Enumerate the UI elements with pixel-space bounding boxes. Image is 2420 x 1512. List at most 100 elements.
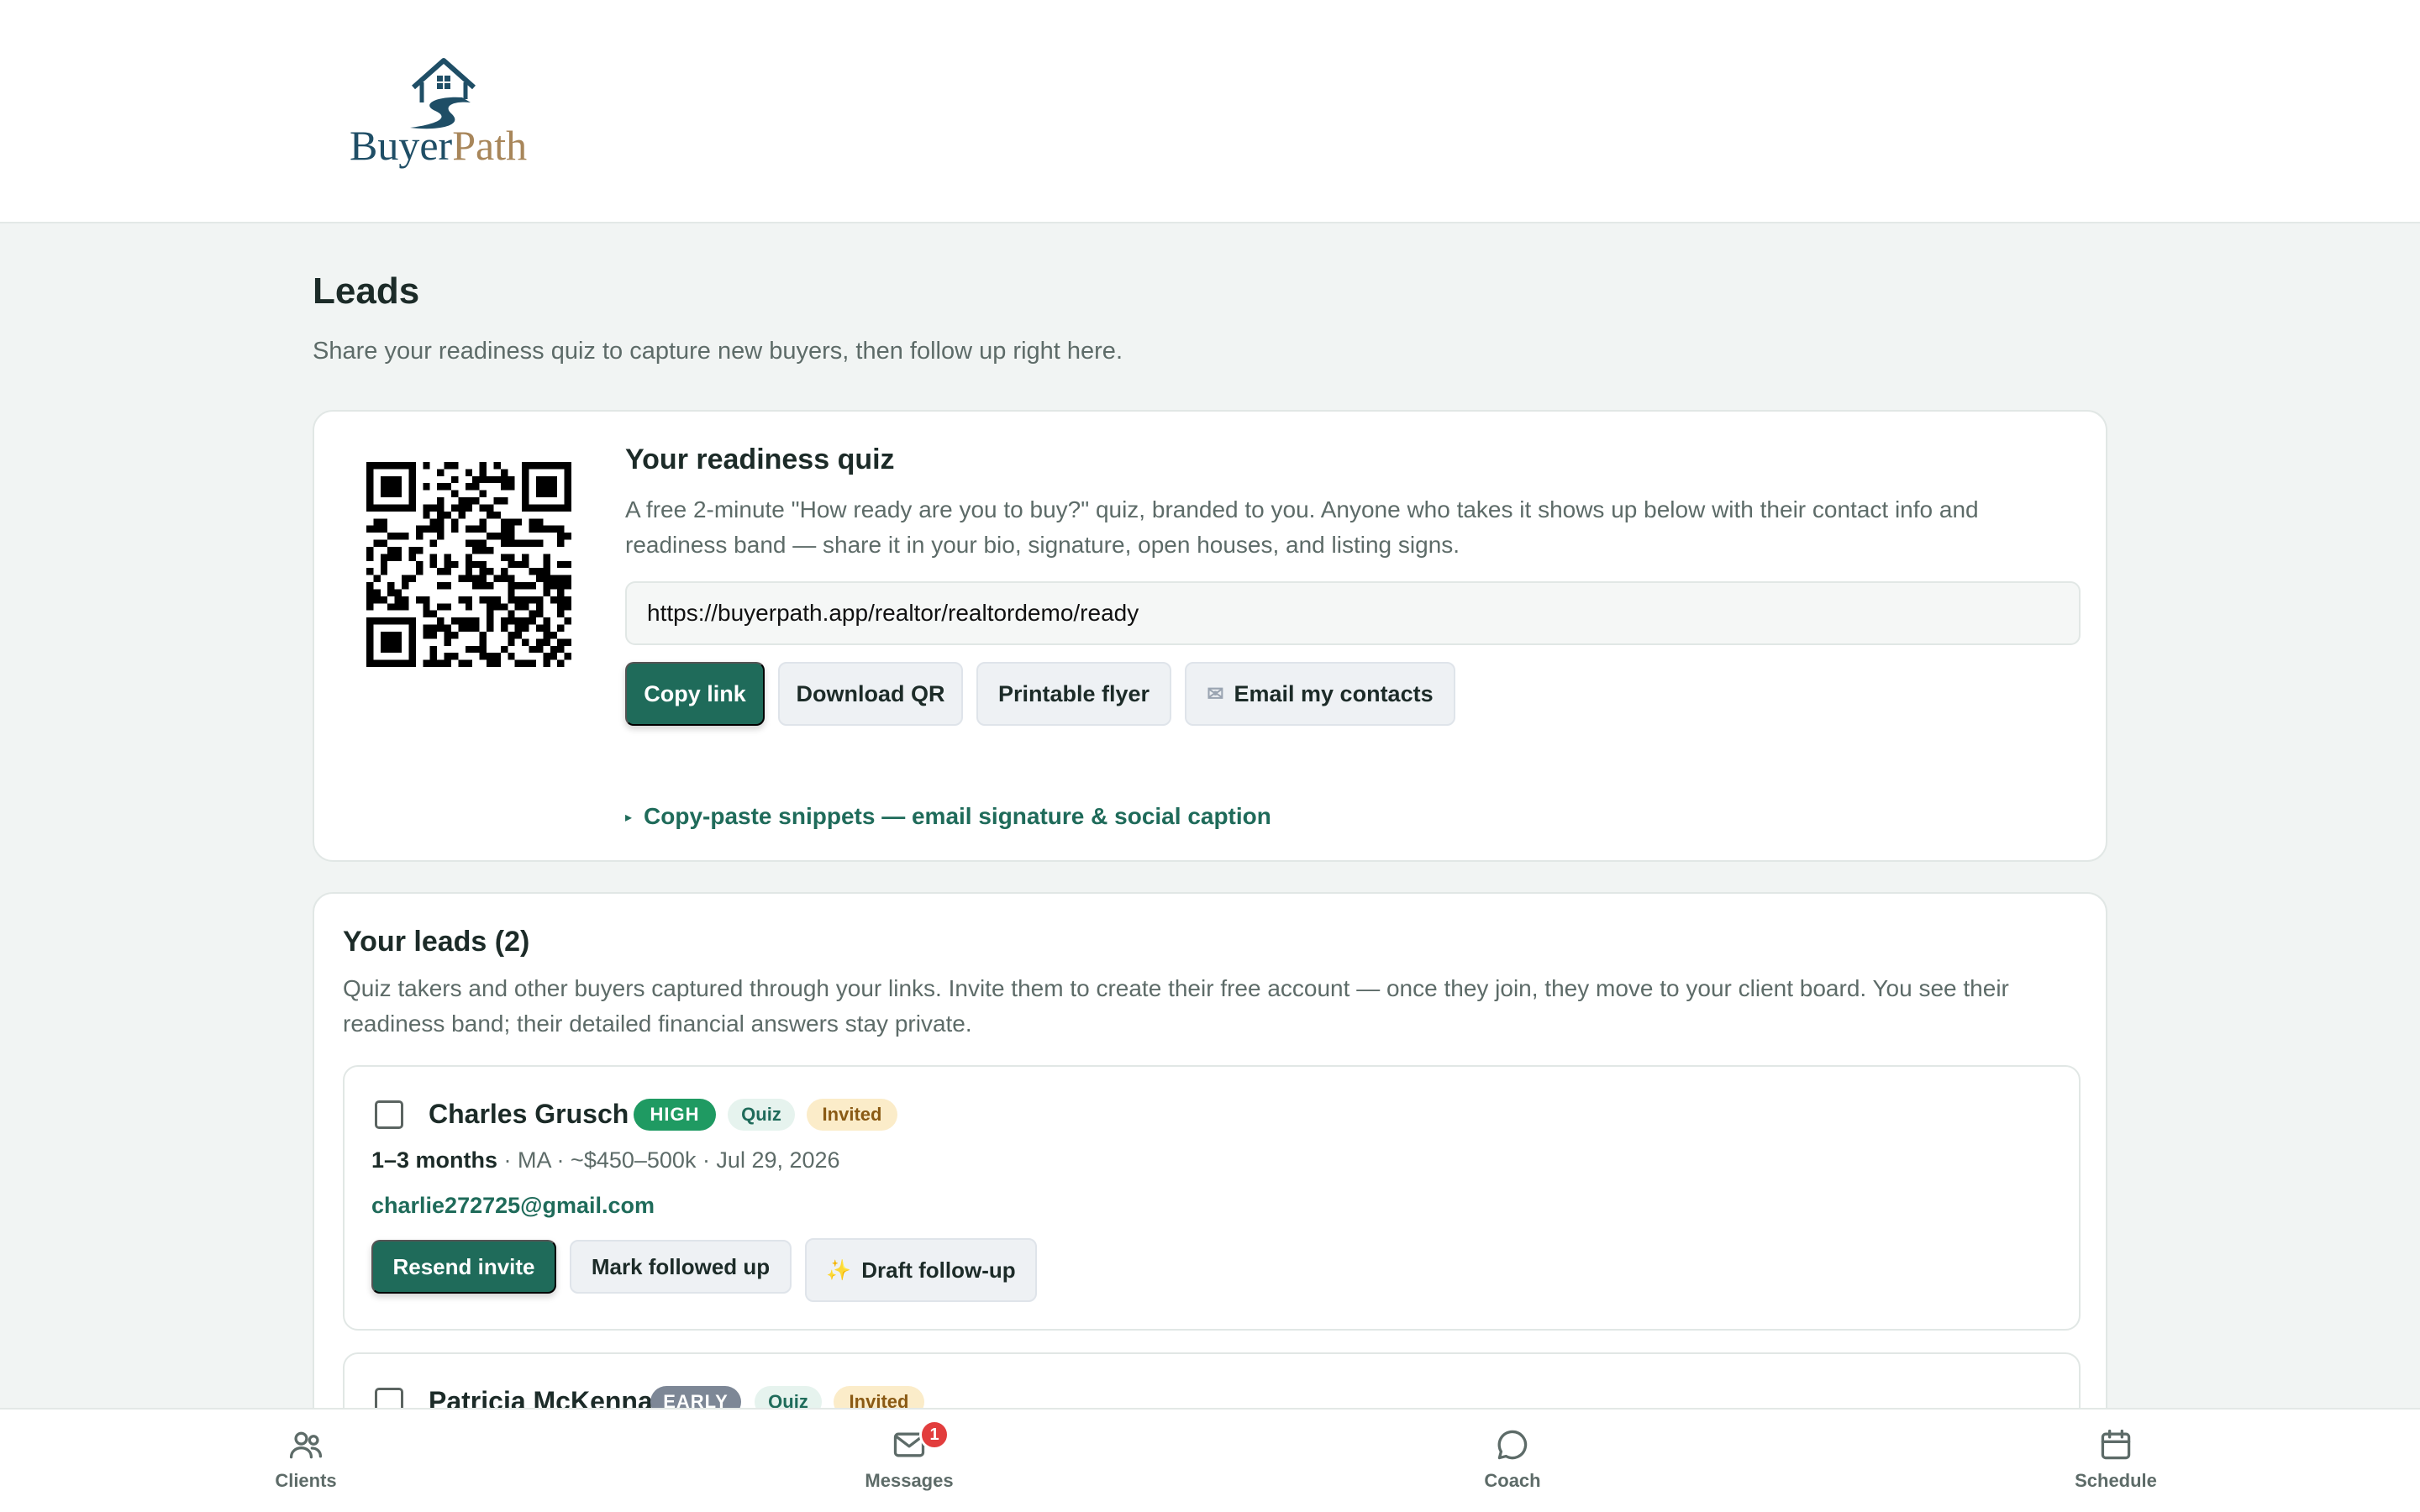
qr-module bbox=[465, 603, 473, 611]
email-contacts-button[interactable]: ✉ Email my contacts bbox=[1185, 662, 1455, 726]
disclosure-triangle-icon: ▸ bbox=[625, 811, 633, 825]
qr-module bbox=[479, 525, 487, 533]
bottom-nav: Clients 1 Messages Coach Schedule bbox=[0, 1408, 2420, 1512]
mark-followed-up-button[interactable]: Mark followed up bbox=[570, 1240, 792, 1294]
qr-module bbox=[487, 475, 494, 484]
draft-follow-up-button[interactable]: ✨ Draft follow-up bbox=[805, 1238, 1037, 1302]
qr-module bbox=[487, 610, 494, 618]
qr-module bbox=[479, 518, 487, 526]
qr-module bbox=[479, 504, 487, 512]
top-header: BuyerPath bbox=[0, 0, 2420, 223]
qr-module bbox=[423, 511, 430, 519]
qr-module bbox=[387, 475, 395, 484]
lead-select-checkbox[interactable] bbox=[375, 1100, 403, 1129]
qr-module bbox=[564, 504, 571, 512]
qr-module bbox=[394, 483, 402, 491]
qr-module bbox=[444, 483, 451, 491]
page-subtitle: Share your readiness quiz to capture new… bbox=[313, 338, 1123, 365]
qr-module bbox=[529, 645, 536, 654]
nav-schedule[interactable]: Schedule bbox=[2032, 1426, 2200, 1492]
snippets-toggle[interactable]: ▸ Copy-paste snippets — email signature &… bbox=[625, 803, 1271, 830]
qr-module bbox=[564, 575, 571, 583]
qr-module bbox=[472, 582, 480, 590]
qr-module bbox=[472, 645, 480, 654]
qr-module bbox=[487, 511, 494, 519]
qr-module bbox=[535, 539, 544, 547]
qr-module bbox=[402, 575, 409, 583]
qr-module bbox=[543, 560, 550, 569]
lead-meta: 1–3 months · MA · ~$450–500k · Jul 29, 2… bbox=[371, 1147, 840, 1173]
qr-module bbox=[472, 483, 480, 491]
qr-module bbox=[522, 603, 529, 611]
qr-module bbox=[444, 568, 451, 575]
qr-module bbox=[564, 469, 571, 476]
qr-module bbox=[522, 596, 529, 604]
qr-module bbox=[415, 560, 424, 569]
leads-description: Quiz takers and other buyers captured th… bbox=[343, 975, 2009, 1037]
qr-module bbox=[423, 504, 430, 512]
download-qr-button[interactable]: Download QR bbox=[778, 662, 963, 726]
qr-module bbox=[564, 462, 571, 470]
qr-module bbox=[444, 582, 451, 590]
qr-module bbox=[479, 582, 487, 590]
nav-label: Schedule bbox=[2075, 1470, 2157, 1491]
qr-module bbox=[415, 546, 424, 554]
qr-module bbox=[408, 475, 416, 484]
envelope-icon: ✉ bbox=[1207, 682, 1224, 706]
qr-module bbox=[387, 638, 395, 646]
qr-module bbox=[543, 624, 550, 632]
qr-module bbox=[493, 497, 501, 505]
qr-module bbox=[380, 518, 388, 526]
qr-module bbox=[387, 617, 395, 625]
quiz-url-field[interactable] bbox=[625, 581, 2081, 645]
qr-module bbox=[429, 525, 438, 533]
qr-module bbox=[508, 617, 515, 625]
resend-invite-button[interactable]: Resend invite bbox=[371, 1240, 556, 1294]
qr-module bbox=[394, 554, 402, 561]
qr-module bbox=[465, 554, 473, 561]
copy-link-button[interactable]: Copy link bbox=[625, 662, 765, 726]
nav-messages[interactable]: 1 Messages bbox=[825, 1420, 993, 1492]
qr-module bbox=[366, 469, 374, 476]
qr-module bbox=[535, 490, 544, 498]
qr-module bbox=[487, 596, 494, 604]
qr-module bbox=[450, 631, 459, 639]
qr-module bbox=[373, 659, 381, 667]
qr-module bbox=[522, 659, 529, 667]
qr-module bbox=[366, 475, 374, 484]
qr-module bbox=[373, 617, 381, 625]
qr-module bbox=[529, 659, 536, 667]
qr-module bbox=[465, 504, 473, 512]
nav-clients[interactable]: Clients bbox=[222, 1426, 390, 1492]
qr-module bbox=[450, 617, 459, 625]
qr-module bbox=[366, 589, 374, 596]
brand-logo[interactable]: BuyerPath bbox=[350, 55, 534, 173]
qr-module bbox=[535, 518, 544, 526]
nav-label: Coach bbox=[1484, 1470, 1541, 1491]
nav-coach[interactable]: Coach bbox=[1428, 1426, 1597, 1492]
qr-module bbox=[394, 533, 402, 540]
qr-module bbox=[394, 603, 402, 611]
qr-module bbox=[444, 462, 451, 470]
qr-module bbox=[500, 539, 508, 547]
qr-module bbox=[479, 575, 487, 583]
qr-module bbox=[557, 582, 565, 590]
qr-module bbox=[493, 659, 501, 667]
qr-module bbox=[380, 568, 388, 575]
qr-module bbox=[550, 645, 558, 654]
qr-module bbox=[366, 617, 374, 625]
qr-module bbox=[394, 631, 402, 639]
qr-module bbox=[465, 575, 473, 583]
qr-module bbox=[493, 603, 501, 611]
printable-flyer-button[interactable]: Printable flyer bbox=[976, 662, 1171, 726]
qr-module bbox=[444, 603, 451, 611]
lead-email-link[interactable]: charlie272725@gmail.com bbox=[371, 1193, 655, 1219]
qr-module bbox=[500, 525, 508, 533]
qr-module bbox=[458, 575, 466, 583]
qr-module bbox=[394, 638, 402, 646]
qr-module bbox=[373, 596, 381, 604]
qr-module bbox=[380, 539, 388, 547]
qr-module bbox=[366, 603, 374, 611]
qr-module bbox=[465, 659, 473, 667]
qr-module bbox=[508, 475, 515, 484]
